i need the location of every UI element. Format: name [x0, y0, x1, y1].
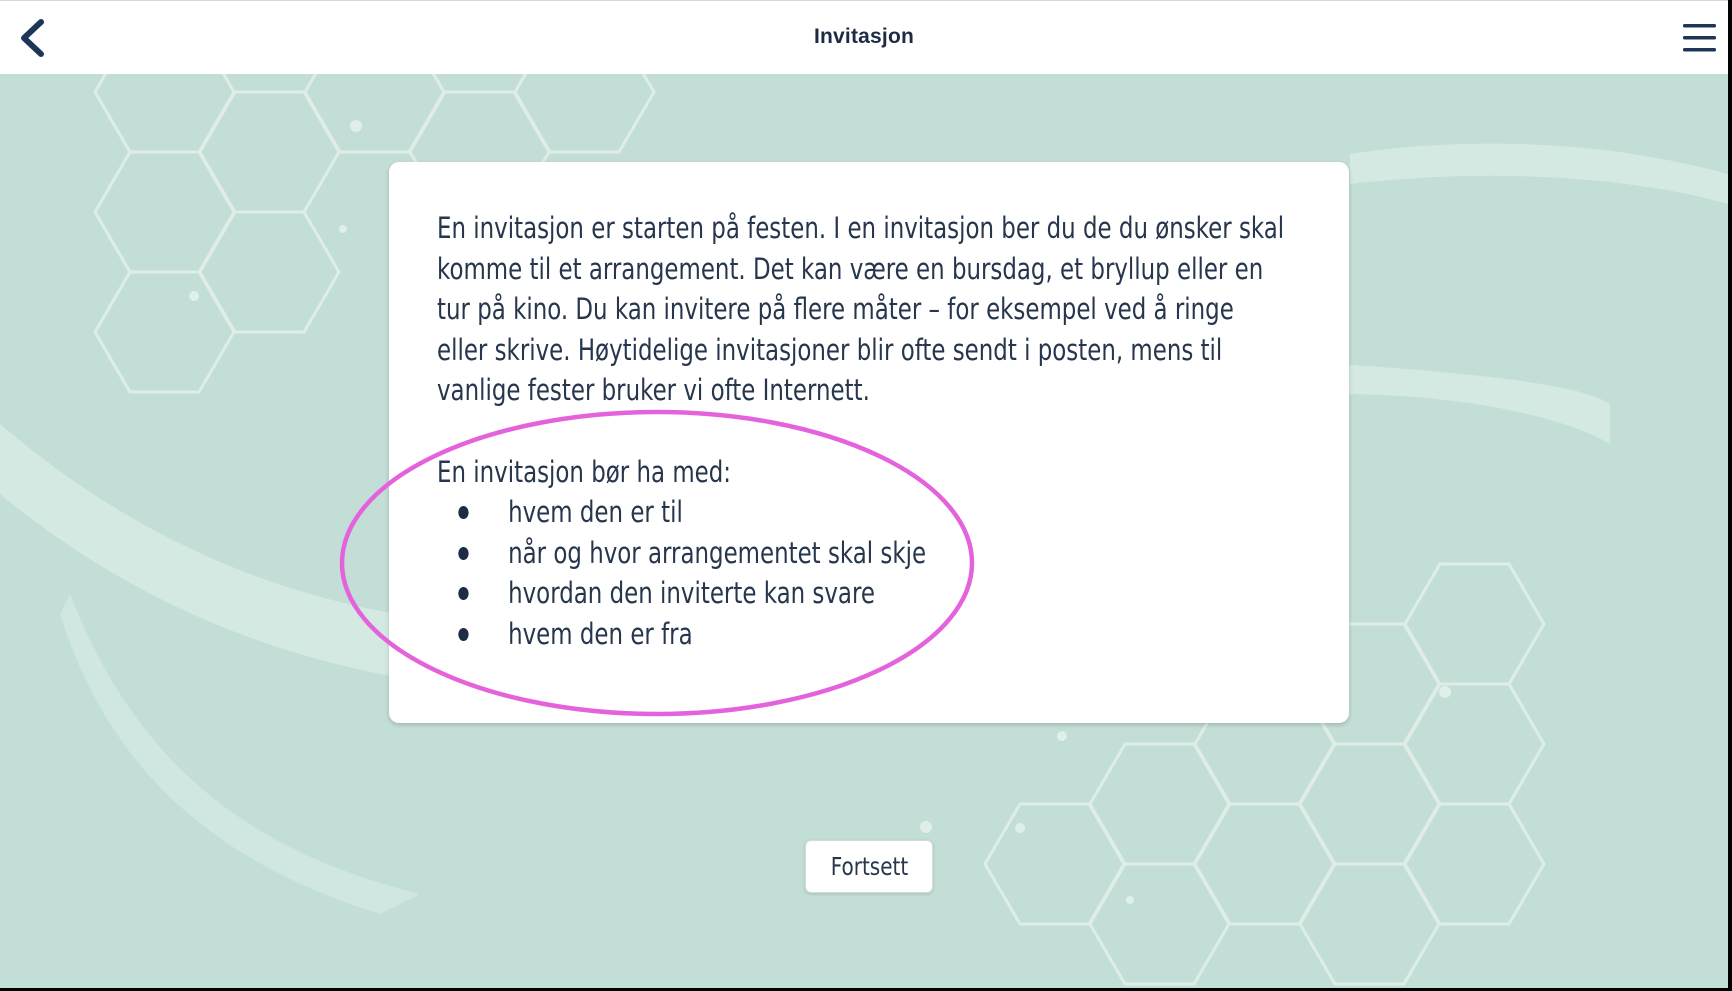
continue-button[interactable]: Fortsett — [805, 840, 933, 893]
list-item-text: hvem den er til — [508, 495, 683, 529]
bullet-icon — [458, 627, 469, 641]
bullet-icon — [458, 587, 469, 600]
checklist: hvem den er til når og hvor arrangemente… — [437, 492, 1306, 654]
hamburger-menu-icon — [1683, 24, 1716, 52]
intro-paragraph: En invitasjon er starten på festen. I en… — [437, 211, 1285, 407]
list-item-text: hvordan den inviterte kan svare — [508, 576, 875, 610]
bullet-icon — [458, 546, 469, 560]
continue-button-label: Fortsett — [830, 852, 908, 881]
app-screen: Invitasjon En invitasjon er starten på f… — [0, 0, 1728, 988]
list-item: når og hvor arrangementet skal skje — [437, 533, 1306, 574]
list-item-text: når og hvor arrangementet skal skje — [508, 535, 927, 570]
list-item: hvem den er til — [437, 492, 1306, 533]
content-card: En invitasjon er starten på festen. I en… — [389, 162, 1349, 723]
page-title: Invitasjon — [813, 25, 915, 48]
list-item: hvordan den inviterte kan svare — [437, 573, 1306, 614]
top-bar: Invitasjon — [0, 0, 1728, 74]
menu-button[interactable] — [1680, 19, 1720, 57]
list-item-text: hvem den er fra — [508, 616, 693, 651]
bullet-icon — [458, 506, 469, 519]
card-text: En invitasjon er starten på festen. I en… — [437, 208, 1306, 654]
list-intro: En invitasjon bør ha med: — [437, 454, 732, 489]
list-item: hvem den er fra — [437, 614, 1306, 655]
